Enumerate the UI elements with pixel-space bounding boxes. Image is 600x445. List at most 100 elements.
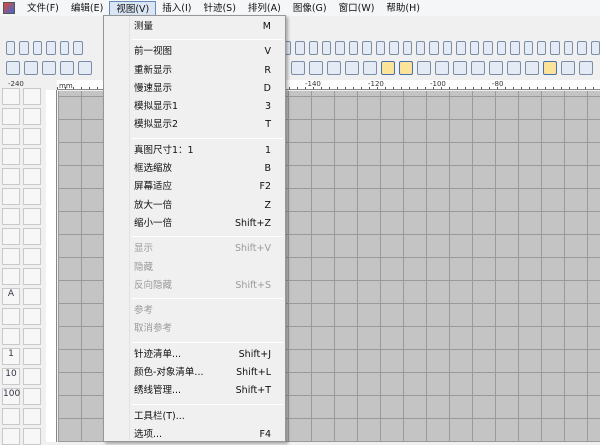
toolbar-button-icon[interactable] <box>59 41 70 55</box>
toolbar-button-icon[interactable] <box>402 41 412 55</box>
toolbar-button-icon[interactable] <box>24 61 38 75</box>
toolbar-button-icon[interactable] <box>507 61 521 75</box>
tool-button-icon[interactable] <box>2 128 20 145</box>
toolbar-button-icon[interactable] <box>416 41 426 55</box>
menu-item[interactable]: 放大一倍 Z <box>104 197 285 215</box>
menu-item[interactable]: 重新显示 R <box>104 62 285 80</box>
tool-button-icon[interactable] <box>23 348 41 365</box>
toolbar-button-icon[interactable] <box>60 61 74 75</box>
tool-button-icon[interactable] <box>23 208 41 225</box>
tool-button-icon[interactable] <box>2 228 20 245</box>
menu-item[interactable]: 前一视图 V <box>104 43 285 61</box>
tool-button-icon[interactable] <box>23 168 41 185</box>
menu-1[interactable]: 编辑(E) <box>65 1 109 16</box>
toolbar-button-icon[interactable] <box>32 41 43 55</box>
menu-item[interactable]: 选项... F4 <box>104 426 285 444</box>
menu-item[interactable]: 模拟显示2 T <box>104 116 285 134</box>
toolbar-button-icon[interactable] <box>469 41 480 55</box>
toolbar-button-icon[interactable] <box>510 41 520 55</box>
toolbar-button-icon[interactable] <box>19 41 29 55</box>
tool-button-icon[interactable] <box>23 368 41 385</box>
toolbar-button-icon[interactable] <box>363 61 377 75</box>
menu-3[interactable]: 插入(I) <box>156 1 197 16</box>
toolbar-button-icon[interactable] <box>335 41 345 55</box>
tool-button-icon[interactable] <box>23 328 41 345</box>
toolbar-button-icon[interactable] <box>78 61 92 75</box>
menu-item[interactable]: 慢速显示 D <box>104 80 285 98</box>
toolbar-button-icon[interactable] <box>389 41 399 55</box>
toolbar-button-icon[interactable] <box>489 61 503 75</box>
toolbar-button-icon[interactable] <box>73 41 83 55</box>
toolbar-button-icon[interactable] <box>563 41 574 55</box>
toolbar-button-icon[interactable] <box>6 41 16 55</box>
toolbar-button-icon[interactable] <box>579 61 593 75</box>
toolbar-button-icon[interactable] <box>435 61 449 75</box>
toolbar-button-icon[interactable] <box>345 61 359 75</box>
toolbar-button-icon[interactable] <box>523 41 533 55</box>
toolbar-button-icon[interactable] <box>525 61 539 75</box>
toolbar-button-icon[interactable] <box>471 61 485 75</box>
toolbar-button-icon[interactable] <box>577 41 587 55</box>
menu-5[interactable]: 排列(A) <box>242 1 287 16</box>
toolbar-button-icon[interactable] <box>399 61 413 75</box>
tool-button-icon[interactable] <box>23 228 41 245</box>
toolbar-button-icon[interactable] <box>308 41 318 55</box>
tool-button-icon[interactable] <box>2 108 20 125</box>
menu-4[interactable]: 针迹(S) <box>197 1 241 16</box>
menu-item[interactable]: 真图尺寸1：1 1 <box>104 142 285 160</box>
tool-button-icon[interactable] <box>2 428 20 445</box>
toolbar-button-icon[interactable] <box>590 41 600 55</box>
tool-button-icon[interactable] <box>2 208 20 225</box>
toolbar-button-icon[interactable] <box>327 61 341 75</box>
tool-button-icon[interactable]: 100 <box>2 388 20 405</box>
tool-button-icon[interactable] <box>23 288 41 305</box>
tool-button-icon[interactable] <box>23 248 41 265</box>
toolbar-button-icon[interactable] <box>362 41 372 55</box>
toolbar-button-icon[interactable] <box>295 41 305 55</box>
menu-item[interactable]: 框选缩放 B <box>104 160 285 178</box>
toolbar-button-icon[interactable] <box>456 41 466 55</box>
tool-button-icon[interactable] <box>23 428 41 445</box>
tool-button-icon[interactable] <box>23 308 41 325</box>
toolbar-button-icon[interactable] <box>453 61 467 75</box>
toolbar-button-icon[interactable] <box>46 41 56 55</box>
menu-7[interactable]: 窗口(W) <box>333 1 381 16</box>
menu-item[interactable]: 工具栏(T)... <box>104 408 285 426</box>
menu-8[interactable]: 帮助(H) <box>380 1 426 16</box>
tool-button-icon[interactable] <box>2 188 20 205</box>
tool-button-icon[interactable] <box>2 308 20 325</box>
toolbar-button-icon[interactable] <box>550 41 560 55</box>
menu-item[interactable]: 绣线管理... Shift+T <box>104 382 285 400</box>
tool-button-icon[interactable] <box>2 268 20 285</box>
toolbar-button-icon[interactable] <box>291 61 305 75</box>
tool-button-icon[interactable] <box>23 88 41 105</box>
toolbar-button-icon[interactable] <box>483 41 493 55</box>
menu-2[interactable]: 视图(V) <box>109 0 157 16</box>
tool-button-icon[interactable] <box>23 388 41 405</box>
tool-button-icon[interactable] <box>23 108 41 125</box>
menu-item[interactable]: 颜色-对象清单... Shift+L <box>104 364 285 382</box>
tool-button-icon[interactable]: 10 <box>2 368 20 385</box>
tool-button-icon[interactable]: 1 <box>2 348 20 365</box>
toolbar-button-icon[interactable] <box>417 61 431 75</box>
tool-button-icon[interactable] <box>2 88 20 105</box>
toolbar-button-icon[interactable] <box>42 61 56 75</box>
tool-button-icon[interactable] <box>23 268 41 285</box>
tool-button-icon[interactable] <box>2 248 20 265</box>
tool-button-icon[interactable]: A <box>2 288 20 305</box>
tool-button-icon[interactable] <box>23 148 41 165</box>
app-icon[interactable] <box>3 2 15 14</box>
menu-item[interactable]: 测量 M <box>104 18 285 36</box>
tool-button-icon[interactable] <box>2 168 20 185</box>
menu-0[interactable]: 文件(F) <box>21 1 65 16</box>
toolbar-button-icon[interactable] <box>429 41 439 55</box>
menu-item[interactable]: 针迹清单... Shift+J <box>104 346 285 364</box>
toolbar-button-icon[interactable] <box>442 41 453 55</box>
toolbar-button-icon[interactable] <box>543 61 557 75</box>
toolbar-button-icon[interactable] <box>348 41 359 55</box>
toolbar-button-icon[interactable] <box>375 41 386 55</box>
tool-button-icon[interactable] <box>23 128 41 145</box>
toolbar-button-icon[interactable] <box>321 41 332 55</box>
toolbar-button-icon[interactable] <box>561 61 575 75</box>
toolbar-button-icon[interactable] <box>6 61 20 75</box>
